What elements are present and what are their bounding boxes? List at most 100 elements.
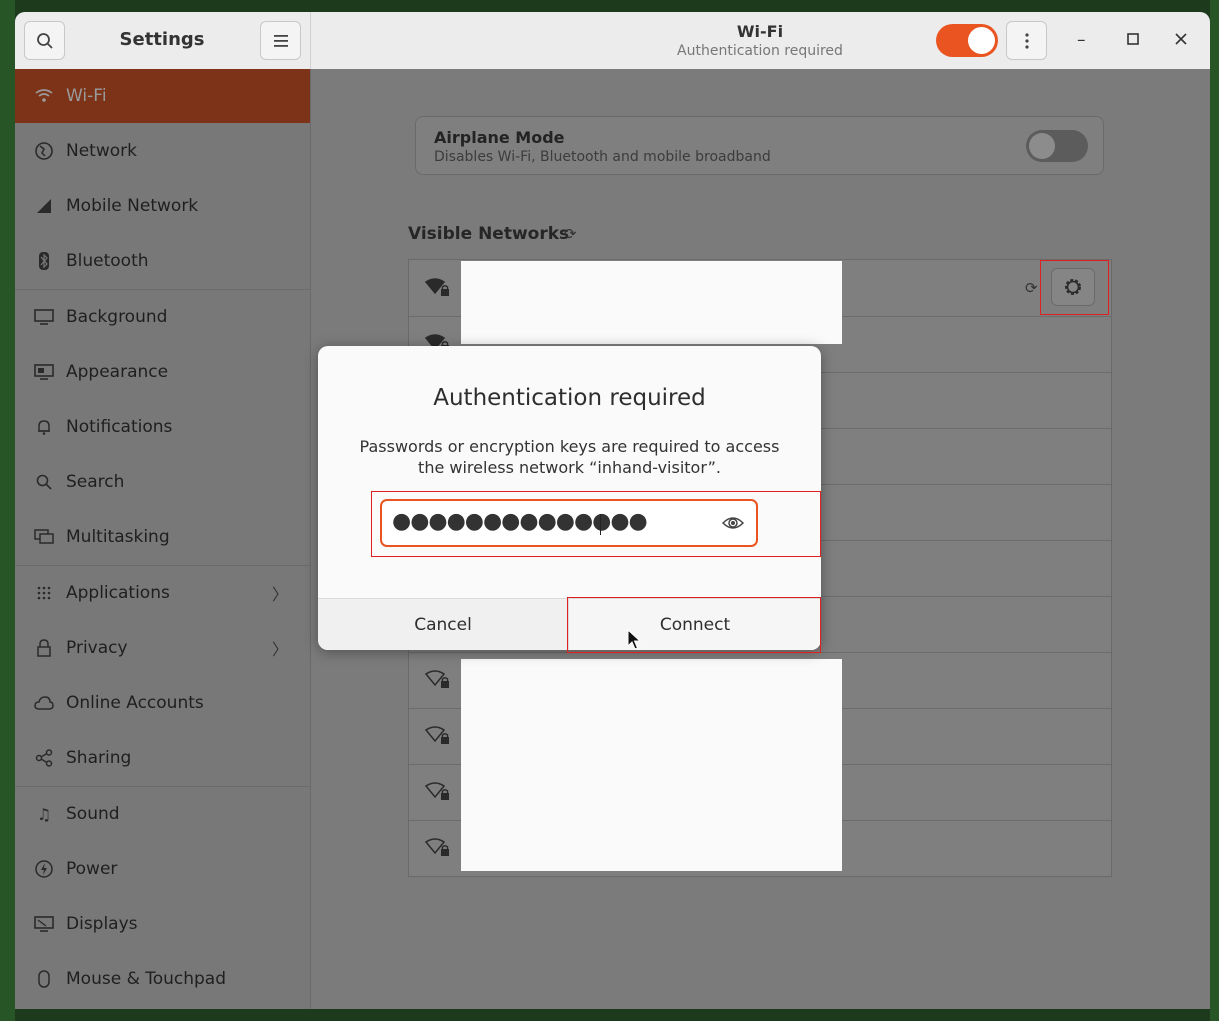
- bell-icon: [33, 416, 55, 438]
- text-caret: [600, 514, 601, 535]
- multitasking-icon: [33, 526, 55, 548]
- sidebar-item-label: Multitasking: [66, 527, 170, 547]
- sidebar-item-appearance[interactable]: Appearance: [15, 345, 310, 399]
- sidebar-item-label: Applications: [66, 583, 170, 603]
- connecting-spinner-icon: ⟳: [1025, 279, 1038, 297]
- close-icon: [1175, 33, 1187, 45]
- grid-icon: [33, 582, 55, 604]
- wifi-options-button[interactable]: [1006, 21, 1047, 60]
- sidebar-header: Settings: [15, 12, 311, 69]
- panel-title: Wi-Fi: [736, 22, 784, 41]
- display-icon: [33, 913, 55, 935]
- sidebar-item-label: Sharing: [66, 748, 132, 768]
- airplane-mode-subtitle: Disables Wi-Fi, Bluetooth and mobile bro…: [434, 149, 771, 165]
- sidebar-item-notifications[interactable]: Notifications: [15, 400, 310, 454]
- background-icon: [33, 306, 55, 328]
- authentication-dialog: Authentication required Passwords or enc…: [318, 346, 821, 650]
- sidebar-item-label: Bluetooth: [66, 251, 149, 271]
- mouse-icon: [33, 968, 55, 990]
- main-menu-button[interactable]: [260, 21, 301, 60]
- sidebar-item-label: Notifications: [66, 417, 173, 437]
- minimize-icon: –: [1077, 30, 1086, 50]
- airplane-mode-toggle[interactable]: [1026, 130, 1088, 162]
- dialog-message: Passwords or encryption keys are require…: [359, 437, 780, 477]
- sidebar-item-bluetooth[interactable]: Bluetooth: [15, 234, 310, 288]
- lock-icon: [33, 637, 55, 659]
- close-button[interactable]: [1175, 30, 1187, 50]
- gear-icon: [1065, 279, 1081, 295]
- desktop-background: [0, 0, 15, 1021]
- search-icon: [36, 32, 53, 49]
- maximize-button[interactable]: [1127, 30, 1139, 50]
- password-field[interactable]: ●●●●●●●●●●●●●●: [380, 499, 758, 547]
- sidebar-item-mouse-touchpad[interactable]: Mouse & Touchpad: [15, 952, 310, 1006]
- sidebar-item-label: Sound: [66, 804, 120, 824]
- dialog-button-bar: Cancel Connect: [318, 598, 821, 650]
- wifi-locked-icon: [425, 278, 449, 296]
- mouse-pointer-icon: [627, 629, 641, 650]
- sidebar-item-mobile-network[interactable]: Mobile Network: [15, 179, 310, 233]
- appearance-icon: [33, 361, 55, 383]
- wifi-locked-icon: [425, 726, 449, 744]
- redacted-network-names-bottom: [461, 659, 842, 871]
- search-button[interactable]: [24, 21, 65, 60]
- sidebar-item-label: Privacy: [66, 638, 128, 658]
- music-note-icon: ♫: [36, 804, 52, 824]
- sidebar-item-displays[interactable]: Displays: [15, 897, 310, 951]
- chevron-right-icon: 〉: [271, 585, 288, 604]
- sidebar-item-privacy[interactable]: Privacy 〉: [15, 621, 310, 675]
- kebab-menu-icon: [1024, 32, 1029, 49]
- wifi-locked-icon: [425, 782, 449, 800]
- sidebar-item-network[interactable]: Network: [15, 124, 310, 178]
- sidebar-item-label: Network: [66, 141, 137, 161]
- sidebar-item-label: Power: [66, 859, 118, 879]
- sidebar-item-background[interactable]: Background: [15, 290, 310, 344]
- wifi-locked-icon: [425, 670, 449, 688]
- password-value: ●●●●●●●●●●●●●●: [392, 509, 648, 534]
- bluetooth-icon: [33, 250, 55, 272]
- sidebar-item-online-accounts[interactable]: Online Accounts: [15, 676, 310, 730]
- chevron-right-icon: 〉: [271, 640, 288, 659]
- sidebar-item-label: Mobile Network: [66, 196, 199, 216]
- power-icon: [33, 858, 55, 880]
- sidebar-item-label: Mouse & Touchpad: [66, 969, 227, 989]
- sidebar-item-applications[interactable]: Applications 〉: [15, 566, 310, 620]
- mobile-signal-icon: [33, 195, 55, 217]
- wifi-icon: [33, 85, 55, 107]
- app-title: Settings: [119, 29, 205, 50]
- cancel-button[interactable]: Cancel: [318, 599, 569, 650]
- sidebar: Wi-Fi Network Mobile Network Bluetooth B…: [15, 69, 311, 1009]
- show-password-eye-icon[interactable]: [722, 514, 744, 532]
- maximize-icon: [1127, 33, 1139, 45]
- airplane-mode-title: Airplane Mode: [434, 128, 565, 147]
- toggle-knob: [1029, 133, 1055, 159]
- network-globe-icon: [33, 140, 55, 162]
- sidebar-item-label: Appearance: [66, 362, 169, 382]
- wifi-toggle[interactable]: [936, 24, 998, 57]
- desktop-background-edge: [1210, 0, 1219, 1021]
- dialog-title: Authentication required: [433, 385, 706, 411]
- sidebar-item-wifi[interactable]: Wi-Fi: [15, 69, 310, 123]
- wifi-locked-icon: [425, 838, 449, 856]
- sidebar-item-label: Search: [66, 472, 125, 492]
- sidebar-item-sound[interactable]: ♫ Sound: [15, 787, 310, 841]
- sidebar-item-search[interactable]: Search: [15, 455, 310, 509]
- airplane-mode-row[interactable]: Airplane Mode Disables Wi-Fi, Bluetooth …: [415, 116, 1104, 175]
- hamburger-menu-icon: [273, 34, 288, 47]
- search-icon: [33, 471, 55, 493]
- sidebar-item-multitasking[interactable]: Multitasking: [15, 510, 310, 564]
- cloud-icon: [33, 692, 55, 714]
- panel-subtitle: Authentication required: [677, 43, 843, 59]
- sidebar-item-label: Wi-Fi: [66, 86, 107, 106]
- sidebar-item-power[interactable]: Power: [15, 842, 310, 896]
- redacted-network-names-top: [461, 261, 842, 344]
- connect-button[interactable]: Connect: [569, 599, 821, 650]
- visible-networks-heading: Visible Networks: [408, 224, 570, 244]
- minimize-button[interactable]: –: [1077, 30, 1086, 50]
- network-settings-button[interactable]: [1051, 268, 1095, 306]
- sidebar-item-sharing[interactable]: Sharing: [15, 731, 310, 785]
- scanning-spinner-icon: ⟳: [564, 225, 577, 243]
- header-bar: Settings Wi-Fi Authentication required –: [15, 12, 1210, 70]
- sidebar-item-label: Online Accounts: [66, 693, 204, 713]
- share-icon: [33, 747, 55, 769]
